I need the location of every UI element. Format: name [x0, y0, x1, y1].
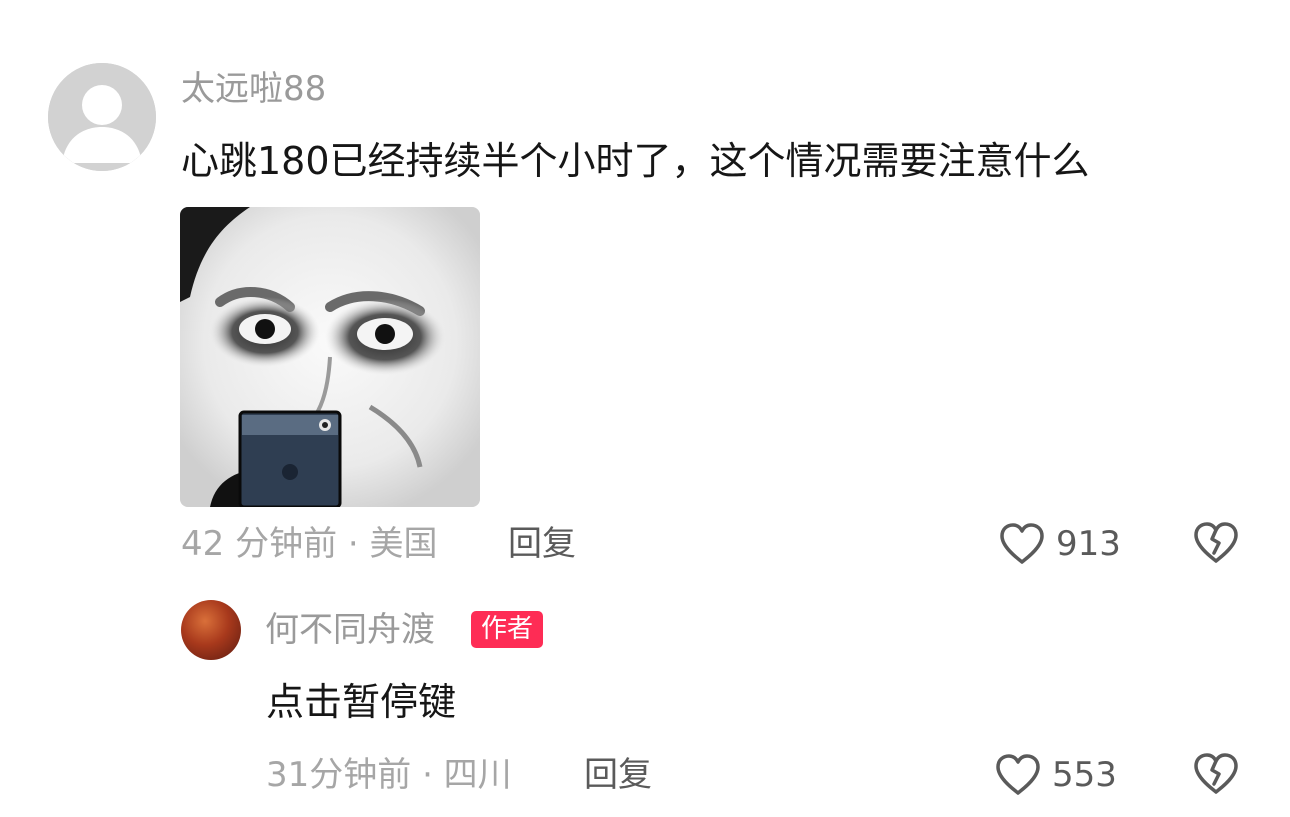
dislike-button[interactable]: [1192, 752, 1240, 800]
reply-button[interactable]: 回复: [584, 758, 652, 792]
dislike-button[interactable]: [1192, 521, 1240, 569]
reply-username[interactable]: 何不同舟渡: [265, 613, 435, 647]
like-count: 913: [1056, 524, 1121, 564]
reply-button[interactable]: 回复: [508, 527, 576, 561]
reply-text: 点击暂停键: [266, 680, 457, 724]
author-badge: 作者: [471, 611, 544, 648]
default-avatar-icon: [48, 63, 156, 171]
like-button[interactable]: 913: [998, 520, 1121, 568]
comment-text: 心跳180已经持续半个小时了，这个情况需要注意什么: [181, 139, 1090, 183]
comment-image[interactable]: [180, 207, 480, 507]
comment-meta: 42 分钟前 · 美国: [181, 524, 438, 564]
reply-meta: 31分钟前 · 四川: [266, 755, 512, 795]
broken-heart-icon: [1194, 522, 1238, 563]
reply-user-avatar[interactable]: [181, 600, 241, 660]
user-avatar[interactable]: [48, 63, 156, 171]
broken-heart-icon: [1194, 753, 1238, 794]
meme-face-with-phone-image: [180, 207, 480, 507]
avatar-signature: [181, 600, 241, 660]
heart-outline-icon: [996, 754, 1040, 795]
like-count: 553: [1052, 755, 1117, 795]
heart-outline-icon: [1000, 523, 1044, 564]
like-button[interactable]: 553: [994, 751, 1117, 799]
comment-username[interactable]: 太远啦88: [181, 72, 326, 106]
